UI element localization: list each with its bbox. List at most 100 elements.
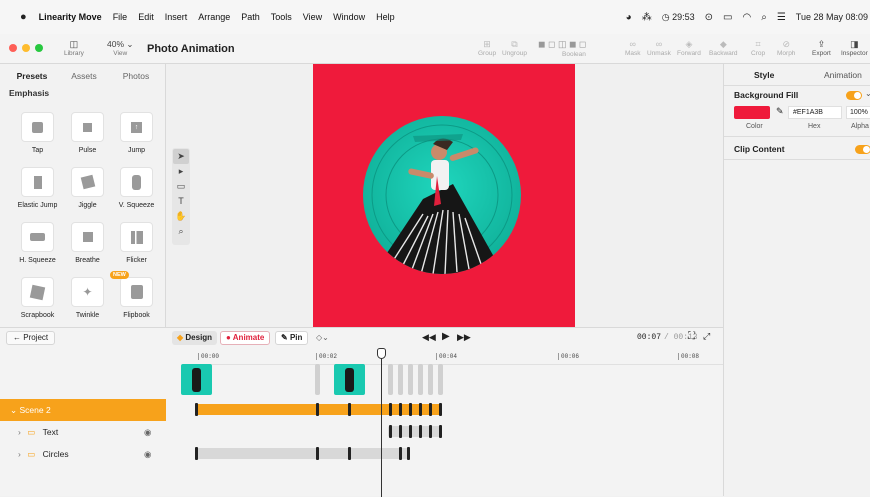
menu-help[interactable]: Help [376, 12, 395, 22]
minimize-window-button[interactable] [22, 44, 30, 52]
share-icon[interactable]: ⁂ [642, 12, 652, 23]
fit-icon[interactable]: ⛶ [688, 331, 695, 342]
keyframe-marker[interactable] [419, 425, 422, 438]
preset-flicker[interactable]: Flicker [112, 222, 161, 264]
direct-select-tool-icon[interactable]: ▸ [179, 164, 184, 179]
control-center-icon[interactable]: ☰ [777, 12, 786, 23]
keyframe-marker[interactable] [389, 425, 392, 438]
clip-content-toggle[interactable] [855, 145, 870, 154]
menu-arrange[interactable]: Arrange [198, 12, 230, 22]
hex-field[interactable]: #EF1A3B [788, 106, 842, 119]
align-icons[interactable]: ◼ ◻ ◫ ◼ ◻ [538, 38, 586, 50]
keyframe-placeholder[interactable] [418, 364, 423, 395]
keyframe-thumbnail[interactable] [334, 364, 365, 395]
back-to-project-button[interactable]: ← Project [6, 331, 56, 345]
preset-pulse[interactable]: Pulse [63, 112, 112, 154]
eyedropper-icon[interactable]: ✎ [776, 106, 784, 117]
select-tool-icon[interactable]: ➤ [173, 149, 189, 164]
keyframe-marker[interactable] [399, 425, 402, 438]
track-scene[interactable] [196, 404, 442, 415]
preset-flipbook[interactable]: Flipbook NEW [110, 271, 161, 319]
morph-button[interactable]: ⊘ Morph [777, 38, 795, 57]
rectangle-tool-icon[interactable]: ▭ [177, 179, 186, 194]
boolean-button[interactable]: Boolean [562, 51, 586, 58]
eye-icon[interactable]: ◉ [144, 421, 151, 443]
timer-status[interactable]: ◷ 29:53 [662, 12, 695, 23]
keyframe-marker[interactable] [195, 403, 198, 416]
group-button[interactable]: ⊞ Group [478, 38, 496, 57]
text-tool-icon[interactable]: T [178, 194, 184, 209]
keyframe-marker[interactable] [419, 403, 422, 416]
export-button[interactable]: ⇪ Export [812, 38, 831, 57]
color-swatch[interactable] [734, 106, 770, 119]
alpha-field[interactable]: 100% [846, 106, 870, 119]
artboard[interactable] [313, 64, 575, 327]
keyframe-marker[interactable] [389, 403, 392, 416]
menu-path[interactable]: Path [241, 12, 260, 22]
pin-button[interactable]: ✎ Pin [275, 331, 309, 345]
background-fill-toggle[interactable] [846, 91, 862, 100]
preset-elastic-jump[interactable]: Elastic Jump [13, 167, 62, 209]
tab-photos[interactable]: Photos [110, 68, 162, 84]
preset-v-squeeze[interactable]: V. Squeeze [112, 167, 161, 209]
fast-forward-icon[interactable]: ▶▶ [457, 332, 471, 343]
keyframe-marker[interactable] [439, 403, 442, 416]
ungroup-button[interactable]: ⧉ Ungroup [502, 38, 527, 57]
layer-row-circles[interactable]: › ▭ Circles ◉ [0, 443, 166, 465]
forward-button[interactable]: ◈ Forward [677, 38, 701, 57]
mask-button[interactable]: ∞ Mask [625, 38, 641, 57]
keyframe-marker[interactable] [316, 447, 319, 460]
keyframe-placeholder[interactable] [428, 364, 433, 395]
preset-h-squeeze[interactable]: H. Squeeze [13, 222, 62, 264]
inspector-button[interactable]: ◨ Inspector [841, 38, 868, 57]
zoom-view-button[interactable]: 40% ⌄ View [107, 38, 134, 57]
keyframe-marker[interactable] [399, 403, 402, 416]
menu-edit[interactable]: Edit [138, 12, 154, 22]
animate-mode-button[interactable]: ● Animate [220, 331, 271, 345]
keyframe-marker[interactable] [399, 447, 402, 460]
preset-scrapbook[interactable]: Scrapbook [13, 277, 62, 319]
play-icon[interactable]: ▶ [442, 331, 450, 342]
menubar-datetime[interactable]: Tue 28 May 08:09 [796, 12, 868, 22]
rewind-icon[interactable]: ◀◀ [422, 332, 436, 343]
track-circles[interactable] [196, 448, 410, 459]
playhead-handle[interactable] [377, 348, 386, 359]
keyframe-placeholder[interactable] [315, 364, 320, 395]
chevron-down-icon[interactable]: ⌄ [865, 89, 870, 98]
photo-artwork[interactable] [313, 64, 575, 327]
keyframe-marker[interactable] [348, 447, 351, 460]
keyframe-marker[interactable] [407, 447, 410, 460]
app-menu[interactable]: Linearity Move [39, 12, 102, 22]
backward-button[interactable]: ◆ Backward [709, 38, 738, 57]
scene-thumbnail[interactable] [181, 364, 212, 395]
eye-icon[interactable]: ◉ [144, 443, 151, 465]
zoom-window-button[interactable] [35, 44, 43, 52]
design-mode-button[interactable]: ◆ Design [172, 331, 218, 345]
playhead[interactable] [377, 348, 386, 497]
keyframe-placeholder[interactable] [408, 364, 413, 395]
wifi-icon[interactable]: ◠ [742, 12, 751, 23]
apple-icon[interactable]: ● [20, 11, 27, 23]
library-button[interactable]: ◫ Library [64, 38, 84, 57]
layer-row-scene[interactable]: ⌄ Scene 2 [0, 399, 166, 421]
unmask-button[interactable]: ∞ Unmask [647, 38, 671, 57]
keyframe-marker[interactable] [348, 403, 351, 416]
time-ruler[interactable]: 00:00 00:02 00:04 00:06 00:08 [196, 349, 723, 365]
zoom-tool-icon[interactable]: ⌕ [178, 224, 183, 239]
layer-row-text[interactable]: › ▭ Text ◉ [0, 421, 166, 443]
menu-file[interactable]: File [113, 12, 128, 22]
preset-jump[interactable]: ↑ Jump [112, 112, 161, 154]
keyframe-marker[interactable] [409, 403, 412, 416]
preset-twinkle[interactable]: ✦ Twinkle [63, 277, 112, 319]
keyframe-marker[interactable] [429, 403, 432, 416]
canvas-area[interactable] [166, 64, 723, 327]
tab-presets[interactable]: Presets [6, 68, 58, 84]
keyframe-marker[interactable] [195, 447, 198, 460]
hand-tool-icon[interactable]: ✋ [175, 209, 186, 224]
keyframe-marker[interactable] [429, 425, 432, 438]
keyframe-marker[interactable] [316, 403, 319, 416]
keyframe-marker[interactable] [439, 425, 442, 438]
keyframe-menu-icon[interactable]: ◇⌄ [316, 333, 329, 342]
keyframe-placeholder[interactable] [398, 364, 403, 395]
tab-style[interactable]: Style [754, 70, 774, 80]
